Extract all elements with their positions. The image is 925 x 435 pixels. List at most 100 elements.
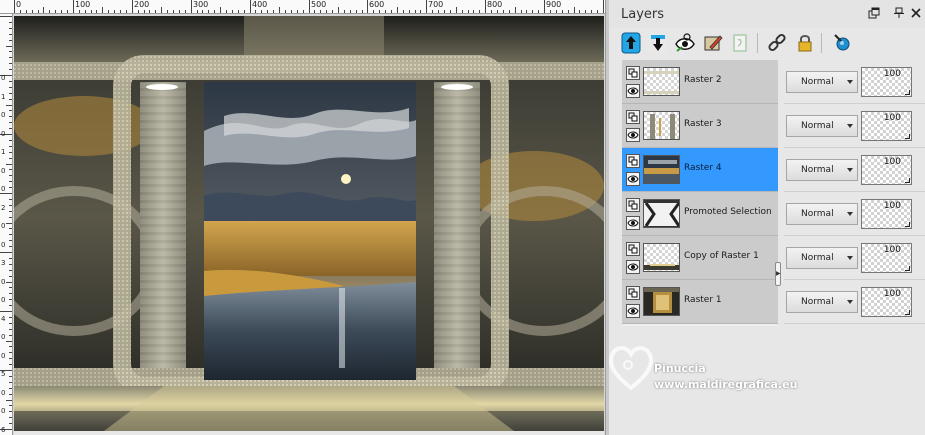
ruler-tick [9,63,12,64]
ruler-tick [320,10,321,13]
opacity-control[interactable]: 100 [861,67,912,97]
restore-icon[interactable] [867,7,881,21]
chevron-down-icon [847,124,853,128]
ruler-tick [285,10,286,13]
ruler-tick [9,110,12,111]
layer-row[interactable]: Raster 1 [622,280,778,324]
horizontal-scrollbar[interactable] [14,431,604,435]
ruler-label: 1 [1,93,6,101]
opacity-control[interactable]: 100 [861,243,912,273]
layer-row[interactable]: Raster 3 [622,104,778,148]
opacity-control[interactable]: 100 [861,287,912,317]
ruler-tick [332,10,333,13]
blend-mode-select[interactable]: Normal [786,203,858,225]
ruler-tick [9,352,12,353]
visibility-eye-icon[interactable] [626,260,640,274]
ruler-tick [197,10,198,13]
layer-properties-icon[interactable] [830,30,854,56]
ruler-tick [9,87,12,88]
ruler-tick [85,10,86,13]
ruler-tick [9,211,12,212]
ruler-tick [438,10,439,13]
opacity-value: 100 [883,289,901,299]
ruler-tick [91,10,92,13]
blend-mode-select[interactable]: Normal [786,247,858,269]
layer-link-toggle-icon[interactable] [626,198,640,212]
blend-mode-select[interactable]: Normal [786,71,858,93]
blend-mode-select[interactable]: Normal [786,159,858,181]
ruler-tick [468,10,469,13]
chevron-down-icon [847,256,853,260]
ruler-tick [379,10,380,13]
ruler-tick [9,364,12,365]
opacity-control[interactable]: 100 [861,199,912,229]
blend-mode-value: Normal [801,297,834,307]
ruler-tick [32,10,33,13]
blend-mode-select[interactable]: Normal [786,115,858,137]
artwork-canvas[interactable] [14,16,604,431]
layer-link-toggle-icon[interactable] [626,242,640,256]
ruler-tick [161,7,162,13]
close-icon[interactable] [909,7,923,21]
layer-row[interactable]: Copy of Raster 1 [622,236,778,280]
ruler-tick [9,417,12,418]
layer-link-toggle-icon[interactable] [626,66,640,80]
visibility-eye-icon[interactable] [626,128,640,142]
layer-row[interactable]: Promoted Selection [622,192,778,236]
visibility-eye-icon[interactable] [626,304,640,318]
toggle-visibility-icon[interactable] [673,30,697,56]
split-handle[interactable]: ▶ [775,262,781,286]
opacity-control[interactable]: 100 [861,155,912,185]
ruler-tick [126,10,127,13]
link-icon[interactable] [765,30,789,56]
ruler-label: 0 [1,74,6,82]
ruler-label: 0 [1,130,6,138]
layer-link-toggle-icon[interactable] [626,154,640,168]
opacity-control[interactable]: 100 [861,111,912,141]
canvas-area[interactable]: 0 100 200 300 400 500 600 700 800 900 01001002003… [0,0,605,435]
new-layer-icon[interactable] [728,30,752,56]
visibility-eye-icon[interactable] [626,84,640,98]
ruler-label: 400 [252,0,268,9]
ruler-label: 0 [1,407,6,415]
ruler-tick [96,10,97,13]
ruler-tick [9,388,12,389]
layer-link-toggle-icon[interactable] [626,286,640,300]
ruler-tick [432,10,433,13]
ruler-tick [362,10,363,13]
layers-toolbar [609,28,925,60]
blend-mode-value: Normal [801,209,834,219]
visibility-eye-icon[interactable] [626,216,640,230]
ruler-tick [73,0,74,13]
pin-icon[interactable] [892,7,906,21]
horizontal-ruler: 0 100 200 300 400 500 600 700 800 900 [0,0,605,14]
layer-thumbnail [643,243,680,272]
palette-header: Layers [609,0,925,28]
layer-name: Raster 4 [684,163,722,173]
lock-icon[interactable] [793,30,817,56]
ruler-tick [9,116,12,117]
layer-link-toggle-icon[interactable] [626,110,640,124]
chevron-down-icon [847,80,853,84]
ruler-tick [515,7,516,13]
layer-row[interactable]: Raster 4 [622,148,778,192]
blend-mode-select[interactable]: Normal [786,291,858,313]
ruler-tick [185,10,186,13]
ruler-tick [344,10,345,13]
move-layer-down-icon[interactable] [646,30,670,56]
ruler-tick [9,382,12,383]
visibility-eye-icon[interactable] [626,172,640,186]
layer-row[interactable]: Raster 2 [622,60,778,104]
ruler-label: 2 [1,204,6,212]
edit-layer-icon[interactable] [701,30,725,56]
resize-corner-icon [905,90,910,95]
layer-name: Raster 2 [684,75,722,85]
chevron-down-icon [847,212,853,216]
ruler-tick [26,10,27,13]
ruler-tick [6,164,12,165]
ruler-tick [14,0,15,13]
ruler-tick [373,10,374,13]
move-layer-up-icon[interactable] [619,30,643,56]
ruler-tick [9,411,12,412]
ruler-tick [9,93,12,94]
